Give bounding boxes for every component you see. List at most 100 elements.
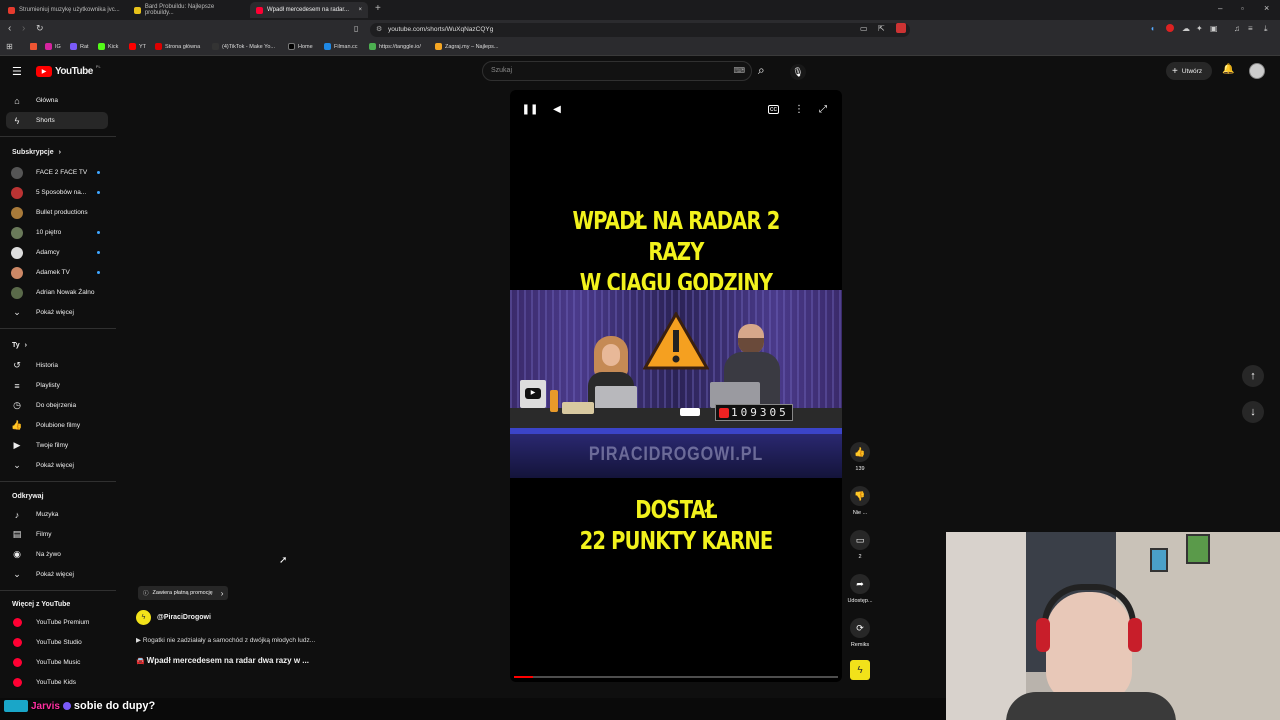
browser-tab[interactable]: Bard Probuildu: Najlepsze probuildy... [128,2,248,18]
extension-icon[interactable] [1166,24,1174,32]
extension-icon[interactable]: ▣ [1210,24,1218,33]
remix-button[interactable]: ⟳ Remiks [846,618,874,648]
menu-icon[interactable]: ≡ [1248,24,1253,33]
youtube-premium-icon [11,617,23,629]
sidebar-item-channel[interactable]: 5 Sposobów na... [6,184,108,201]
notifications-bell-icon[interactable]: 🔔 [1222,64,1234,75]
maximize-icon[interactable]: ▫ [1241,4,1244,13]
bookmark-item[interactable]: Rat [70,43,89,50]
channel-thumbnail-icon[interactable]: ϟ [850,660,870,680]
bookmark-favicon[interactable] [30,43,37,50]
site-info-icon[interactable]: ⚙ [376,23,382,37]
youtube-logo[interactable]: ▶ YouTube PL [36,64,101,77]
short-title[interactable]: 🚘 Wpadł mercedesem na radar dwa razy w .… [136,656,309,665]
forward-icon[interactable]: › [22,23,25,34]
sidebar-item-shorts[interactable]: ϟ Shorts [6,112,108,129]
shorts-video-player[interactable]: ❚❚ ◀ cc ⋮ ⤢ WPADŁ NA RADAR 2 RAZY W CIĄG… [510,90,842,682]
reload-icon[interactable]: ↻ [36,23,44,34]
sidebar-item-live[interactable]: ◉ Na żywo [6,546,108,563]
sidebar-item-youtube-kids[interactable]: YouTube Kids [6,674,108,691]
share-page-icon[interactable]: ⇱ [878,24,885,33]
hamburger-menu-icon[interactable]: ☰ [12,65,22,78]
previous-short-button[interactable]: ↑ [1242,365,1264,387]
fullscreen-icon[interactable]: ⤢ [816,102,830,116]
bookmark-item[interactable]: Filman.cc [324,43,358,50]
voice-search-icon[interactable]: 🎙 [790,64,806,80]
download-icon[interactable]: ⤓ [1264,24,1268,34]
warning-sign-icon [643,312,709,370]
volume-icon[interactable]: ◀ [550,102,564,116]
bookmark-item[interactable]: (4)TikTok - Make Yo... [212,43,275,50]
audio-icon[interactable]: ◖ [1150,24,1155,33]
bookmark-item[interactable]: Zagraj.my – Najleps... [435,43,499,50]
browser-tab[interactable]: Strumieniuj muzykę użytkownika jvc... [2,2,126,18]
bookmark-favicon [369,43,376,50]
wall-picture [1150,548,1168,572]
sidebar-item-playlists[interactable]: ≡ Playlisty [6,377,108,394]
channel-row[interactable]: ϟ @PiraciDrogowi [136,610,211,625]
back-icon[interactable]: ‹ [8,23,11,34]
video-progress-bar[interactable] [514,676,838,678]
dislike-button[interactable]: 👎 Nie ... [846,486,874,516]
pause-icon[interactable]: ❚❚ [522,102,539,116]
sidebar-show-more-subs[interactable]: ⌄ Pokaż więcej [6,304,108,321]
sidebar-item-channel[interactable]: Adamek TV [6,264,108,281]
cast-icon[interactable]: ▭ [860,24,868,33]
sidebar-item-music[interactable]: ♪ Muzyka [6,506,108,523]
extension-icon[interactable] [896,23,906,33]
sidebar-show-more-you[interactable]: ⌄ Pokaż więcej [6,457,108,474]
comments-button[interactable]: ▭ 2 [846,530,874,560]
sidebar: ⌂ Główna ϟ Shorts Subskrypcje › FACE 2 FA… [0,90,118,720]
search-button[interactable]: ⌕ [752,61,778,81]
related-video-link[interactable]: ▶ Rogatki nie zadziałały a samochód z dw… [136,636,315,644]
sidebar-item-channel[interactable]: 10 piętro [6,224,108,241]
sidebar-item-youtube-studio[interactable]: YouTube Studio [6,634,108,651]
captions-icon[interactable]: cc [768,105,779,114]
sidebar-item-channel[interactable]: FACE 2 FACE TV [6,164,108,181]
sidebar-show-more-explore[interactable]: ⌄ Pokaż więcej [6,566,108,583]
next-short-button[interactable]: ↓ [1242,401,1264,423]
sidebar-item-home[interactable]: ⌂ Główna [6,92,108,109]
bookmark-item[interactable]: IG [45,43,61,50]
extension-icon[interactable]: ✦ [1196,24,1203,33]
sidebar-item-youtube-premium[interactable]: YouTube Premium [6,614,108,631]
paid-promotion-badge[interactable]: ⓘ Zawiera płatną promocję › [138,586,229,600]
share-button[interactable]: ➦ Udostęp... [846,574,874,604]
more-options-icon[interactable]: ⋮ [792,102,806,116]
youtube-music-icon [11,657,23,669]
bookmark-item[interactable]: Home [288,43,313,50]
keyboard-icon[interactable]: ⌨ [733,62,745,80]
bookmark-item[interactable]: Kick [98,43,118,50]
sidebar-item-channel[interactable]: Adrian Nowak Żalno [6,284,108,301]
minimize-icon[interactable]: – [1218,4,1222,13]
subscriptions-header[interactable]: Subskrypcje › [12,149,61,156]
url-field[interactable]: ⚙ youtube.com/shorts/WuXqNazCQYg [370,23,910,37]
sidebar-item-channel[interactable]: Adamcy [6,244,108,261]
sidebar-item-channel[interactable]: Bullet productions [6,204,108,221]
close-tab-icon[interactable]: × [358,7,362,13]
new-tab-button[interactable]: + [375,3,381,14]
sidebar-item-history[interactable]: ↺ Historia [6,357,108,374]
bookmark-icon[interactable]: ▯ [354,24,358,33]
caption-bottom: DOSTAŁ 22 PUNKTY KARNE [579,495,774,555]
sidebar-item-your-videos[interactable]: ▶ Twoje filmy [6,437,108,454]
extension-icon[interactable]: ☁ [1182,24,1190,33]
apps-icon[interactable]: ⊞ [6,42,13,51]
like-button[interactable]: 👍 139 [846,442,874,472]
share-icon: ➦ [850,574,870,594]
you-header[interactable]: Ty › [12,342,27,349]
music-control-icon[interactable]: ♫ [1234,24,1240,33]
sidebar-item-watch-later[interactable]: ◷ Do obejrzenia [6,397,108,414]
window-close-icon[interactable]: × [1264,3,1269,13]
create-button[interactable]: + Utwórz [1166,62,1212,80]
sidebar-item-films[interactable]: ▤ Filmy [6,526,108,543]
browser-tab-active[interactable]: Wpadł mercedesem na radar... × [250,2,368,18]
bookmark-item[interactable]: YT [129,43,146,50]
search-input[interactable]: Szukaj ⌨ [482,61,752,81]
sidebar-item-youtube-music[interactable]: YouTube Music [6,654,108,671]
sidebar-item-liked[interactable]: 👍 Polubione filmy [6,417,108,434]
bookmark-item[interactable]: Strona główna [155,43,200,50]
avatar[interactable] [1249,63,1265,79]
channel-avatar [11,206,23,219]
bookmark-item[interactable]: https://tanggle.io/ [369,43,421,50]
